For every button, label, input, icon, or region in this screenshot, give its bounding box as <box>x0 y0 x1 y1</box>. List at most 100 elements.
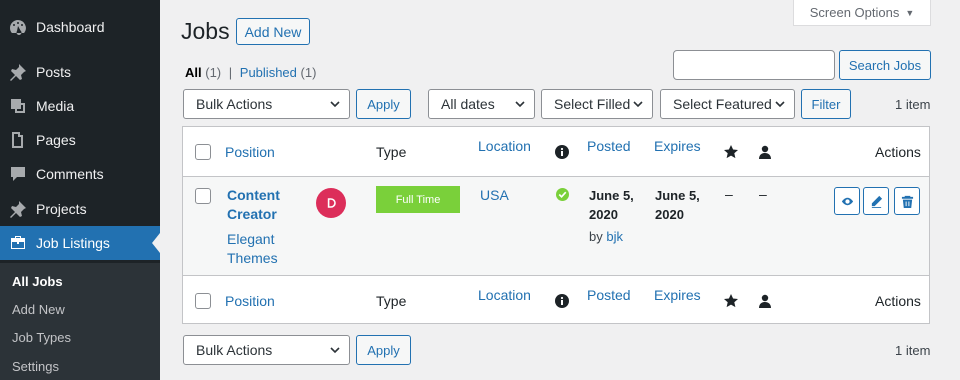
filter-button[interactable]: Filter <box>801 89 851 119</box>
sidebar-item-label: Projects <box>36 201 87 217</box>
company-line1: Elegant <box>227 231 275 247</box>
job-title-line2: Creator <box>227 206 277 222</box>
expires-date-line2: 2020 <box>655 207 684 222</box>
dashboard-icon <box>0 17 36 37</box>
expires-date: June 5, 2020 <box>655 186 700 224</box>
chevron-down-icon <box>775 101 785 108</box>
check-circle-icon <box>556 188 569 204</box>
view-button[interactable] <box>834 187 860 215</box>
submenu-job-types[interactable]: Job Types <box>12 330 71 345</box>
table-footer: Position Type Location Posted Expires Ac… <box>183 275 929 323</box>
posted-date: June 5, 2020 <box>589 186 634 224</box>
sidebar-item-dashboard[interactable]: Dashboard <box>0 10 160 44</box>
company-logo <box>316 188 346 218</box>
apply-button[interactable]: Apply <box>356 89 411 119</box>
star-icon <box>724 145 738 162</box>
apply-button-bottom[interactable]: Apply <box>356 335 411 365</box>
caret-down-icon: ▼ <box>905 7 915 18</box>
screen-options-button[interactable]: Screen Options ▼ <box>793 0 931 26</box>
add-new-button[interactable]: Add New <box>236 18 310 45</box>
trash-icon <box>901 195 913 208</box>
bulk-actions-value: Bulk Actions <box>196 96 273 112</box>
column-posted[interactable]: Posted <box>587 138 631 154</box>
submenu-add-new[interactable]: Add New <box>12 302 65 317</box>
location-link[interactable]: USA <box>480 187 509 203</box>
pages-icon <box>0 130 36 150</box>
sidebar-item-label: Comments <box>36 166 104 182</box>
sidebar-item-projects[interactable]: Projects <box>0 192 160 226</box>
posted-date-line1: June 5, <box>589 188 634 203</box>
submenu-settings[interactable]: Settings <box>12 359 59 374</box>
column-position-footer[interactable]: Position <box>225 293 275 309</box>
posted-date-line2: 2020 <box>589 207 618 222</box>
filled-value: – <box>759 186 767 202</box>
page-title: Jobs <box>181 18 230 44</box>
column-posted-footer[interactable]: Posted <box>587 287 631 303</box>
chevron-down-icon <box>330 347 340 354</box>
job-title-line1: Content <box>227 187 280 203</box>
star-icon <box>724 294 738 311</box>
bulk-actions-select-bottom[interactable]: Bulk Actions <box>183 335 350 365</box>
sidebar-item-media[interactable]: Media <box>0 89 160 123</box>
view-all-count: (1) <box>205 65 222 80</box>
dates-select[interactable]: All dates <box>428 89 535 119</box>
info-icon <box>555 145 569 162</box>
filled-select[interactable]: Select Filled <box>541 89 653 119</box>
select-all-checkbox-footer[interactable] <box>195 293 211 309</box>
filled-value: Select Filled <box>554 96 631 112</box>
bulk-actions-value: Bulk Actions <box>196 342 273 358</box>
pencil-icon <box>871 195 882 208</box>
job-title-link[interactable]: Content Creator <box>227 186 280 224</box>
chevron-down-icon <box>515 101 525 108</box>
sidebar-item-job-listings[interactable]: Job Listings <box>0 226 160 260</box>
delete-button[interactable] <box>894 187 920 215</box>
status-views: All (1) | Published (1) <box>185 65 316 80</box>
column-type-footer: Type <box>376 293 407 309</box>
sidebar-item-comments[interactable]: Comments <box>0 157 160 191</box>
dates-value: All dates <box>441 96 495 112</box>
column-actions-footer: Actions <box>875 293 921 309</box>
media-icon <box>0 96 36 116</box>
view-published-link[interactable]: Published <box>240 65 297 80</box>
author-link[interactable]: bjk <box>606 229 623 244</box>
column-location[interactable]: Location <box>478 138 531 154</box>
edit-button[interactable] <box>863 187 889 215</box>
user-icon <box>758 294 772 311</box>
column-expires-footer[interactable]: Expires <box>654 287 701 303</box>
comment-icon <box>0 164 36 184</box>
row-checkbox[interactable] <box>195 188 211 204</box>
view-all-link[interactable]: All <box>185 65 202 80</box>
featured-select[interactable]: Select Featured <box>660 89 795 119</box>
search-jobs-button[interactable]: Search Jobs <box>839 50 931 80</box>
item-count-bottom: 1 item <box>895 343 931 358</box>
column-type: Type <box>376 144 407 160</box>
sidebar-item-label: Job Listings <box>36 235 110 251</box>
sidebar-item-label: Pages <box>36 132 76 148</box>
sidebar-item-posts[interactable]: Posts <box>0 55 160 89</box>
column-location-footer[interactable]: Location <box>478 287 531 303</box>
column-expires[interactable]: Expires <box>654 138 701 154</box>
info-icon <box>555 294 569 311</box>
active-menu-arrow <box>152 233 160 253</box>
eye-icon <box>841 197 853 205</box>
company-link[interactable]: Elegant Themes <box>227 230 278 268</box>
table-row: Content Creator Elegant Themes Full Time… <box>183 177 929 275</box>
column-position[interactable]: Position <box>225 144 275 160</box>
featured-value: – <box>725 186 733 202</box>
search-input[interactable] <box>673 50 835 80</box>
bulk-actions-select[interactable]: Bulk Actions <box>183 89 350 119</box>
submenu-all-jobs[interactable]: All Jobs <box>12 274 63 289</box>
sidebar-item-pages[interactable]: Pages <box>0 123 160 157</box>
featured-value: Select Featured <box>673 96 772 112</box>
company-line2: Themes <box>227 250 278 266</box>
user-icon <box>758 145 772 162</box>
job-listings-submenu: All Jobs Add New Job Types Settings <box>0 263 160 380</box>
pin-icon <box>0 62 36 82</box>
main-content: Screen Options ▼ Jobs Add New All (1) | … <box>160 0 960 380</box>
posted-by-label: by <box>589 229 603 244</box>
pin-icon <box>0 199 36 219</box>
sidebar-item-label: Media <box>36 98 75 114</box>
chevron-down-icon <box>330 101 340 108</box>
select-all-checkbox[interactable] <box>195 144 211 160</box>
jobs-table: Position Type Location Posted Expires Ac… <box>182 126 930 324</box>
